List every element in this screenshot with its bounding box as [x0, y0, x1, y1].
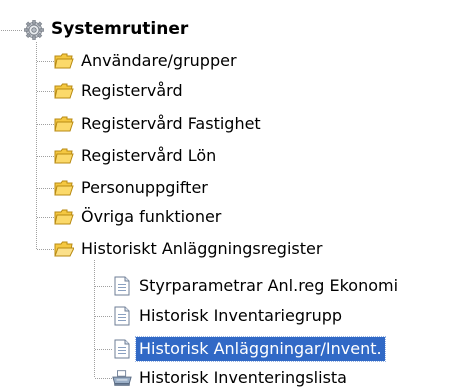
tree-node-label: Registervård Fastighet [81, 114, 261, 133]
tree-node-historisk-inventeringslista[interactable]: Historisk Inventeringslista [112, 364, 350, 392]
tree-node-registervard-fastighet[interactable]: Registervård Fastighet [54, 110, 264, 138]
tree-node-registervard[interactable]: Registervård [54, 77, 186, 105]
tree-node-label: Systemrutiner [51, 19, 189, 39]
tree-node-ovriga-funktioner[interactable]: Övriga funktioner [54, 203, 224, 231]
tree-node-anvandare-grupper[interactable]: Användare/grupper [54, 47, 240, 75]
tree-node-historisk-anlaggningar-invent[interactable]: Historisk Anläggningar/Invent. [112, 335, 386, 363]
tree-node-personuppgifter[interactable]: Personuppgifter [54, 174, 211, 202]
tree-node-historiskt-anlaggningsregister[interactable]: Historiskt Anläggningsregister [54, 235, 325, 263]
tree-node-systemrutiner[interactable]: Systemrutiner [24, 16, 191, 44]
folder-icon [54, 51, 74, 71]
tree-node-label: Registervård [81, 81, 183, 100]
document-icon [112, 276, 132, 296]
tree-node-label: Övriga funktioner [81, 207, 222, 226]
folder-icon [54, 114, 74, 134]
tree-node-label: Styrparametrar Anl.reg Ekonomi [139, 276, 399, 295]
printer-icon [112, 368, 132, 388]
tree-node-label: Historisk Inventariegrupp [139, 306, 343, 325]
gear-icon [24, 20, 44, 40]
navigation-tree: Systemrutiner Användare/grupper Register… [0, 0, 460, 392]
tree-node-label: Historiskt Anläggningsregister [81, 239, 323, 258]
tree-node-registervard-lon[interactable]: Registervård Lön [54, 142, 219, 170]
document-icon [112, 306, 132, 326]
folder-open-icon [54, 239, 74, 259]
folder-icon [54, 207, 74, 227]
tree-node-historisk-inventariegrupp[interactable]: Historisk Inventariegrupp [112, 302, 345, 330]
tree-node-label: Registervård Lön [81, 146, 217, 165]
tree-node-label: Historisk Inventeringslista [139, 368, 347, 387]
tree-node-label: Användare/grupper [81, 51, 237, 70]
tree-node-styrparametrar[interactable]: Styrparametrar Anl.reg Ekonomi [112, 272, 401, 300]
folder-icon [54, 81, 74, 101]
folder-icon [54, 178, 74, 198]
folder-icon [54, 146, 74, 166]
tree-node-label: Personuppgifter [81, 178, 208, 197]
document-icon [112, 339, 132, 359]
tree-node-label: Historisk Anläggningar/Invent. [135, 336, 386, 362]
